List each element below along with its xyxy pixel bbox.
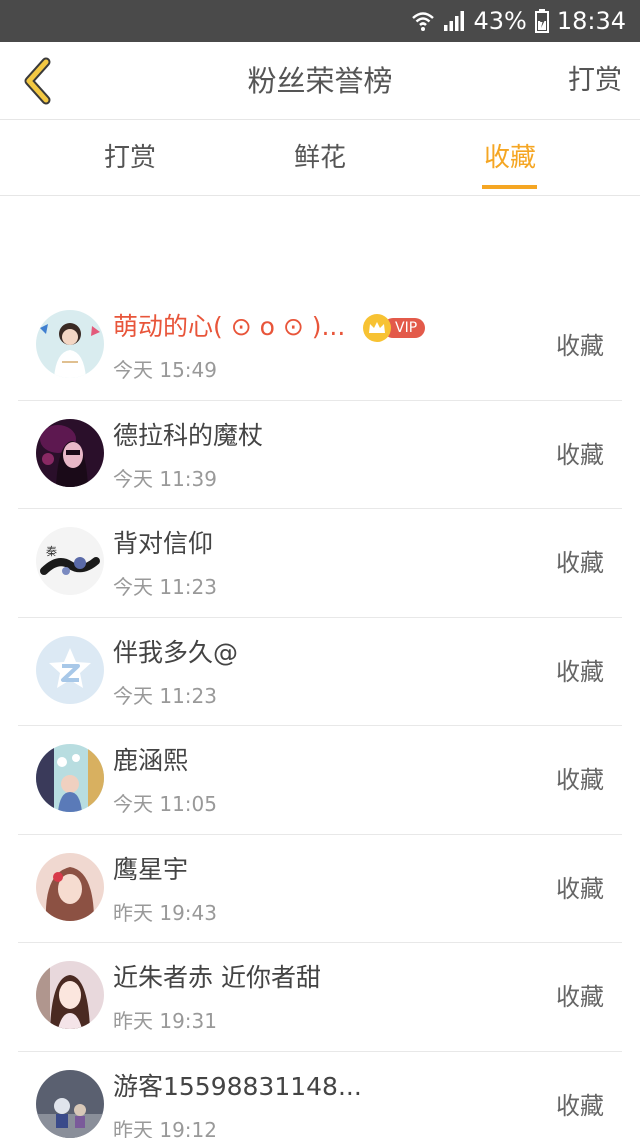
fan-name: 德拉科的魔杖 [113, 420, 264, 450]
page-title: 粉丝荣誉榜 [247, 64, 393, 98]
list-item[interactable]: 近朱者赤 近你者甜 昨天 19:31 收藏 [18, 943, 622, 1052]
list-item[interactable]: 鹰星宇 昨天 19:43 收藏 [18, 835, 622, 943]
reward-button[interactable]: 打赏 [568, 42, 622, 120]
vip-badge: VIP [363, 314, 426, 342]
avatar [36, 418, 104, 487]
action-label: 收藏 [556, 549, 604, 577]
fan-name: 背对信仰 [113, 529, 214, 558]
list-item[interactable]: 秦 背对信仰 今天 11:23 收藏 [18, 509, 622, 618]
tab-flowers[interactable]: 鲜花 [265, 121, 375, 196]
avatar [36, 310, 104, 378]
list-item[interactable]: 萌动的心( ⊙ o ⊙ )... VIP 今天 15:49 收藏 [18, 292, 622, 401]
fan-time: 今天 11:23 [113, 683, 217, 708]
list-item[interactable]: 伴我多久@ 今天 11:23 收藏 [18, 618, 622, 726]
fan-time: 昨天 19:31 [113, 1009, 217, 1033]
clock: 18:34 [556, 7, 626, 35]
wifi-icon [411, 10, 435, 32]
avatar [36, 852, 104, 921]
svg-text:秦: 秦 [46, 544, 57, 558]
action-label: 收藏 [556, 332, 604, 360]
action-label: 收藏 [556, 983, 604, 1011]
fan-time: 今天 11:39 [113, 466, 217, 491]
status-bar: 43% 18:34 [0, 0, 640, 42]
crown-icon [363, 314, 391, 342]
action-label: 收藏 [556, 874, 604, 903]
tab-bar: 打赏 鲜花 收藏 [0, 121, 640, 196]
avatar [36, 1069, 104, 1138]
nav-bar: 粉丝荣誉榜 打赏 [0, 42, 640, 120]
avatar [36, 744, 104, 812]
fan-time: 昨天 19:12 [113, 1117, 217, 1138]
battery-icon [534, 9, 549, 33]
fan-time: 昨天 19:43 [113, 900, 217, 925]
tab-reward[interactable]: 打赏 [75, 121, 185, 196]
fan-name: 伴我多久@ [113, 637, 239, 667]
fan-name: 鹿涵熙 [113, 746, 189, 775]
fan-time: 今天 11:23 [113, 575, 217, 599]
fan-name: 游客15598831148... [113, 1071, 362, 1101]
fan-time: 今天 15:49 [113, 358, 217, 382]
list-item[interactable]: 游客15598831148... 昨天 19:12 收藏 [18, 1052, 622, 1138]
fan-time: 今天 11:05 [113, 792, 217, 816]
list-item[interactable]: 德拉科的魔杖 今天 11:39 收藏 [18, 401, 622, 509]
action-label: 收藏 [556, 1091, 604, 1120]
avatar: 秦 [36, 527, 104, 595]
avatar [36, 635, 104, 704]
action-label: 收藏 [556, 657, 604, 686]
fan-list: 萌动的心( ⊙ o ⊙ )... VIP 今天 15:49 收藏 德拉科的魔杖 [18, 292, 622, 1138]
active-tab-indicator [482, 185, 537, 189]
list-item[interactable]: 鹿涵熙 今天 11:05 收藏 [18, 726, 622, 835]
fan-name: 萌动的心( ⊙ o ⊙ )... [113, 312, 346, 341]
fan-name: 近朱者赤 近你者甜 [113, 963, 321, 992]
action-label: 收藏 [556, 766, 604, 794]
action-label: 收藏 [556, 440, 604, 469]
avatar [36, 961, 104, 1029]
battery-percent: 43% [473, 7, 527, 35]
signal-icon [443, 10, 465, 32]
fan-name: 鹰星宇 [113, 854, 189, 884]
